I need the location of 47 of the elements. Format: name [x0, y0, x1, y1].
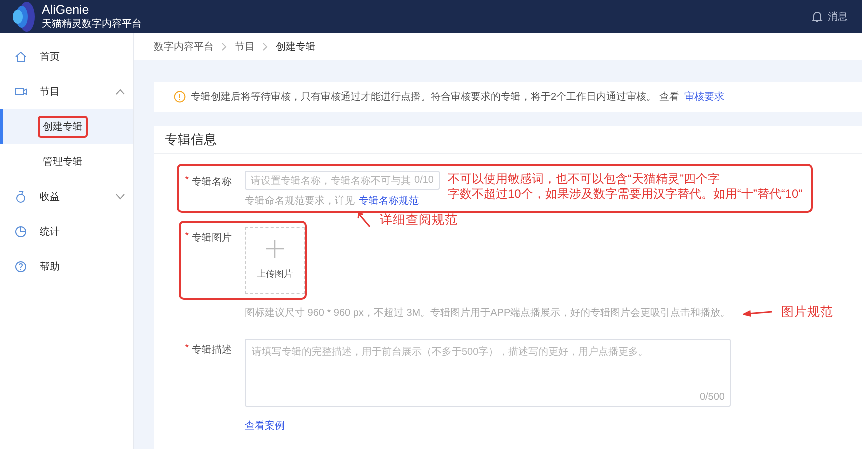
field-label: 专辑图片: [192, 232, 233, 245]
naming-rules-link[interactable]: 专辑名称规范: [359, 194, 419, 208]
app-title: AliGenie: [42, 2, 90, 16]
chevron-icon[interactable]: [116, 194, 125, 200]
nav-subitem[interactable]: 创建专辑: [0, 109, 133, 144]
bell-icon[interactable]: [812, 10, 823, 22]
notice-text: 专辑创建后将等待审核，只有审核通过才能进行点播。符合审核要求的专辑，将于2个工作日内通过审核。 查看: [191, 90, 680, 104]
character-counter: 0/10: [414, 175, 434, 186]
examples-link[interactable]: 查看案例: [245, 419, 285, 433]
help-text: 专辑命名规范要求，详见: [245, 194, 355, 208]
required-mark: *: [184, 174, 189, 186]
plus-icon: [266, 240, 284, 258]
separator-icon: [222, 42, 227, 50]
annotation-text: 图片规范: [782, 304, 834, 321]
arrow-icon: [357, 212, 371, 228]
help-text: 图标建议尺寸 960 * 960 px，不超过 3M。专辑图片用于APP端点播展示，好的专辑图片会更吸引点击和播放。: [245, 306, 731, 320]
field-label: 专辑描述: [192, 344, 233, 357]
nav-item[interactable]: 统计: [0, 214, 133, 249]
breadcrumb-link[interactable]: 节目: [235, 40, 255, 54]
section-title: 专辑信息: [154, 126, 862, 154]
notifications-link[interactable]: 消息: [828, 10, 848, 24]
money-bag-icon: [15, 190, 27, 202]
info-icon: [174, 91, 186, 103]
breadcrumb-link[interactable]: 数字内容平台: [154, 40, 214, 54]
video-camera-icon: [15, 86, 27, 98]
chevron-icon[interactable]: [116, 88, 125, 94]
nav-item[interactable]: 帮助: [0, 249, 133, 284]
nav-item[interactable]: 收益: [0, 179, 133, 214]
help-icon: [15, 260, 27, 272]
nav-item[interactable]: 节目: [0, 74, 133, 109]
breadcrumb-link[interactable]: 创建专辑: [276, 40, 316, 54]
annotation-text: 详细查阅规范: [380, 212, 458, 229]
required-mark: *: [184, 230, 189, 242]
home-icon: [15, 50, 27, 62]
upload-area[interactable]: 上传图片: [245, 227, 305, 294]
arrow-icon: [742, 308, 773, 316]
character-counter: 0/500: [700, 392, 725, 403]
required-mark: *: [184, 342, 189, 354]
app-subtitle: 天猫精灵数字内容平台: [42, 18, 142, 30]
pie-chart-icon: [15, 226, 27, 238]
separator-icon: [263, 42, 268, 50]
field-label: 专辑名称: [192, 176, 233, 189]
nav-item[interactable]: 首页: [0, 39, 133, 74]
nav-subitem[interactable]: 管理专辑: [0, 144, 133, 179]
logo-icon: [12, 2, 36, 32]
review-link[interactable]: 审核要求: [684, 90, 724, 104]
annotation-text: 不可以使用敏感词，也不可以包含“天猫精灵”四个字 字数不超过10个，如果涉及数字需要用汉字替代。如用“十”替代“10”: [448, 171, 803, 202]
